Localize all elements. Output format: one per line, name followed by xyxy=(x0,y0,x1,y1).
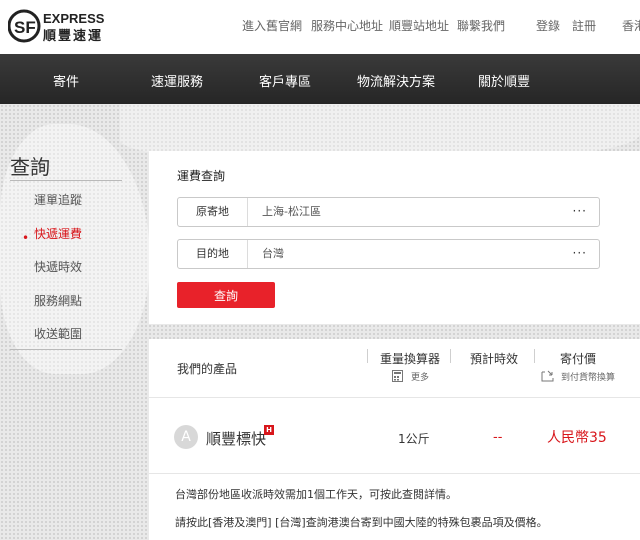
press-here-link[interactable]: 按此 xyxy=(186,516,208,529)
sidebar-divider xyxy=(10,180,122,181)
product-weight: 1公斤 xyxy=(398,432,430,446)
rate-query-panel: 運費查詢 原寄地 上海-松江區 ··· 目的地 台灣 ··· 查詢 xyxy=(149,151,640,324)
destination-value[interactable]: 台灣 xyxy=(262,240,284,268)
sidebar-item-delivery-time[interactable]: 快遞時效 xyxy=(34,258,82,275)
product-name[interactable]: 順豐標快 xyxy=(206,428,266,449)
details-link[interactable]: 按此 xyxy=(380,488,402,501)
product-price: 人民幣35 xyxy=(547,430,607,446)
sidebar-item-shipping-rates[interactable]: 快遞運費 xyxy=(34,225,82,242)
column-divider xyxy=(367,349,368,363)
destination-more-button[interactable]: ··· xyxy=(573,240,587,268)
weight-more-link[interactable]: 更多 xyxy=(411,370,429,383)
origin-value[interactable]: 上海-松江區 xyxy=(262,198,321,226)
column-divider xyxy=(534,349,535,363)
currency-convert-icon[interactable] xyxy=(541,370,554,385)
product-badge: H xyxy=(264,425,274,435)
old-site-link[interactable]: 進入舊官網 xyxy=(242,17,302,34)
region-selector[interactable]: 香港 xyxy=(622,17,640,34)
calculator-icon[interactable] xyxy=(392,370,403,385)
destination-field[interactable]: 目的地 台灣 ··· xyxy=(177,239,600,269)
product-eta: -- xyxy=(493,430,503,445)
origin-field[interactable]: 原寄地 上海-松江區 ··· xyxy=(177,197,600,227)
taiwan-delivery-note: 台灣部份地區收派時效需加1個工作天，可按此查閱詳情。 xyxy=(175,486,457,502)
prepaid-price-header: 寄付價 xyxy=(560,352,597,366)
column-divider xyxy=(450,349,451,363)
register-link[interactable]: 註冊 xyxy=(572,17,596,34)
top-links: 進入舊官網 服務中心地址 順豐站地址 聯繫我們 登錄 註冊 香港 xyxy=(0,17,640,35)
sidebar-item-coverage[interactable]: 收送範圍 xyxy=(34,325,82,342)
nav-item-logistics-solutions[interactable]: 物流解決方案 xyxy=(357,71,435,90)
weight-converter-header[interactable]: 重量換算器 xyxy=(380,350,440,367)
main-nav: 寄件 速運服務 客戶專區 物流解決方案 關於順豐 xyxy=(0,54,640,104)
sidebar-title: 查詢 xyxy=(10,155,50,179)
sidebar-item-service-points[interactable]: 服務網點 xyxy=(34,292,82,309)
results-panel: 我們的產品 重量換算器 更多 預計時效 寄付價 到付貨幣換算 A 順豐標快 H … xyxy=(149,339,640,540)
note-text: 查詢港澳台寄到中國大陸的特殊包裹品項及價格。 xyxy=(305,516,548,529)
sidebar-divider xyxy=(10,349,122,350)
nav-item-express-services[interactable]: 速運服務 xyxy=(151,71,203,90)
note-text: 台灣部份地區收派時效需加1個工作天，可 xyxy=(175,488,380,501)
origin-more-button[interactable]: ··· xyxy=(573,198,587,226)
destination-label: 目的地 xyxy=(178,240,248,268)
origin-label: 原寄地 xyxy=(178,198,248,226)
special-items-note: 請按此[香港及澳門] [台灣]查詢港澳台寄到中國大陸的特殊包裹品項及價格。 xyxy=(175,514,548,530)
product-avatar: A xyxy=(174,425,198,449)
products-label: 我們的產品 xyxy=(177,362,238,376)
eta-header: 預計時效 xyxy=(470,352,519,366)
nav-item-about[interactable]: 關於順豐 xyxy=(478,71,530,90)
note-text: 請 xyxy=(175,516,186,529)
top-header: SF EXPRESS 順豐速運 進入舊官網 服務中心地址 順豐站地址 聯繫我們 … xyxy=(0,0,640,54)
nav-item-send[interactable]: 寄件 xyxy=(53,71,79,90)
login-link[interactable]: 登錄 xyxy=(536,17,560,34)
currency-convert-link[interactable]: 到付貨幣換算 xyxy=(561,370,615,383)
panel-title: 運費查詢 xyxy=(177,169,226,183)
hk-macau-link[interactable]: [香港及澳門] xyxy=(208,516,272,529)
query-button[interactable]: 查詢 xyxy=(177,282,275,308)
station-address-link[interactable]: 順豐站地址 xyxy=(389,17,449,34)
sidebar-item-tracking[interactable]: 運單追蹤 xyxy=(34,191,82,208)
contact-us-link[interactable]: 聯繫我們 xyxy=(457,17,505,34)
taiwan-link[interactable]: [台灣] xyxy=(275,516,306,529)
active-bullet: • xyxy=(22,231,30,245)
note-text: 查閱詳情。 xyxy=(402,488,457,501)
nav-item-customer-zone[interactable]: 客戶專區 xyxy=(259,71,311,90)
service-center-link[interactable]: 服務中心地址 xyxy=(311,17,383,34)
results-divider xyxy=(149,473,640,474)
results-divider xyxy=(149,397,640,398)
